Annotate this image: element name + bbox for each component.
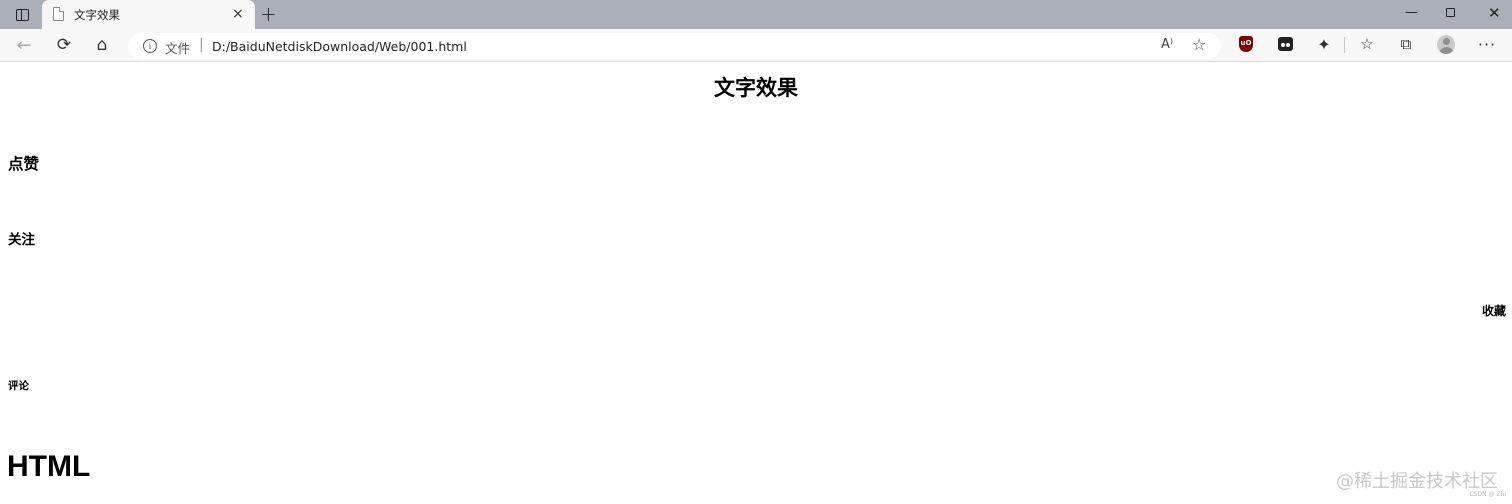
minimize-button[interactable]: — [1405,5,1418,21]
heading-collect: 收藏 [1481,304,1506,318]
tampermonkey-icon[interactable] [1276,35,1294,53]
page-content: 文字效果 点赞 关注 收藏 评论 HTML @稀土掘金技术社区 CSDN @ Z… [0,63,1512,504]
favorites-icon[interactable]: ☆ [1358,35,1376,53]
maximize-button[interactable] [1446,8,1455,17]
tab-title: 文字效果 [74,8,120,22]
ublock-origin-icon[interactable]: uO [1237,35,1255,53]
address-url[interactable]: D:/BaiduNetdiskDownload/Web/001.html [212,39,467,54]
tab-close-icon[interactable]: × [232,6,244,22]
watermark: @稀土掘金技术社区 [1336,471,1498,492]
address-bar[interactable]: i 文件 | D:/BaiduNetdiskDownload/Web/001.h… [128,33,1221,59]
home-icon[interactable]: ⌂ [92,35,112,55]
toolbar-divider [1344,37,1345,53]
heading-html: HTML [7,450,91,483]
profile-avatar-icon[interactable] [1437,34,1455,54]
info-icon[interactable]: i [143,39,157,53]
read-aloud-icon[interactable]: A⁾ [1161,37,1173,52]
watermark-small: CSDN @ Zhi [1469,491,1506,498]
close-window-button[interactable]: ✕ [1488,5,1501,21]
back-arrow-icon[interactable]: ← [14,35,34,56]
reload-icon[interactable]: ⟳ [54,35,74,55]
puzzle-icon[interactable]: ✦ [1315,35,1333,54]
heading-follow: 关注 [8,232,35,248]
page-title: 文字效果 [714,76,798,100]
tab-active[interactable]: 文字效果 × [42,0,255,29]
address-separator: | [199,37,204,53]
heading-comment: 评论 [8,380,29,392]
star-plus-icon[interactable]: ☆ [1192,35,1206,54]
tab-strip: 文字效果 × + — ✕ [0,0,1512,29]
more-icon[interactable]: ··· [1478,35,1496,54]
new-tab-button[interactable]: + [260,3,277,25]
collections-icon[interactable]: ⧉ [1397,35,1415,53]
heading-like: 点赞 [8,155,40,173]
document-icon [53,7,64,21]
address-file-label: 文件 [165,41,191,56]
tab-actions-icon[interactable] [8,4,36,26]
